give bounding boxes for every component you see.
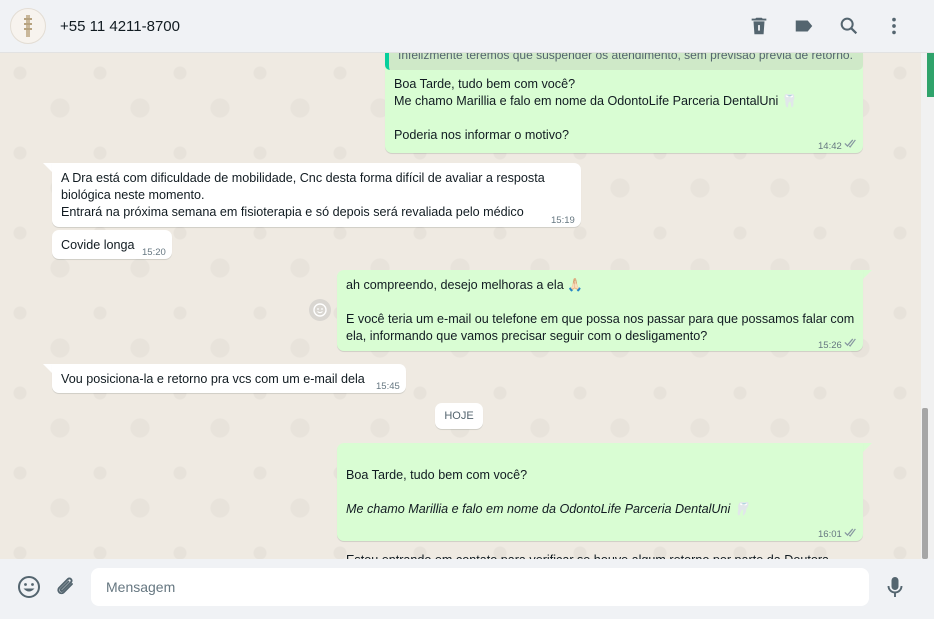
react-emoji-button[interactable] <box>309 299 331 321</box>
message-text: Vou posiciona-la e retorno pra vcs com u… <box>61 372 365 386</box>
contact-name[interactable]: +55 11 4211-8700 <box>60 18 180 35</box>
message-time: 15:20 <box>142 247 166 258</box>
message-bubble-incoming[interactable]: Covide longa 15:20 <box>52 230 172 259</box>
delete-icon[interactable] <box>748 15 770 37</box>
smiley-icon <box>313 303 327 317</box>
message-bubble-incoming[interactable]: Vou posiciona-la e retorno pra vcs com u… <box>52 364 406 393</box>
scroll-indicator <box>927 53 934 97</box>
chat-header: +55 11 4211-8700 <box>0 0 934 53</box>
quoted-text: Infelizmente teremos que suspender os at… <box>398 53 853 62</box>
message-line-italic: Me chamo Marillia e falo em nome da Odon… <box>346 502 750 516</box>
message-text: A Dra está com dificuldade de mobilidade… <box>61 171 545 219</box>
message-time: 15:45 <box>376 381 400 392</box>
read-ticks-icon <box>844 338 856 347</box>
contact-avatar[interactable] <box>10 8 46 44</box>
bubble-tail <box>43 163 52 172</box>
scrollbar-thumb[interactable] <box>922 408 928 559</box>
message-bubble-outgoing[interactable]: ah compreendo, desejo melhoras a ela 🙏🏻 … <box>337 270 863 351</box>
bubble-tail <box>863 443 872 452</box>
quoted-message[interactable]: Infelizmente teremos que suspender os at… <box>385 53 863 70</box>
bubble-tail <box>43 364 52 373</box>
message-bubble-incoming[interactable]: A Dra está com dificuldade de mobilidade… <box>52 163 581 227</box>
bubble-tail <box>863 270 872 279</box>
message-text: ah compreendo, desejo melhoras a ela 🙏🏻 … <box>346 278 855 343</box>
message-time: 16:01 <box>818 529 842 540</box>
read-ticks-icon <box>844 528 856 537</box>
date-separator: HOJE <box>435 403 483 429</box>
message-text: Boa Tarde, tudo bem com você? Me chamo M… <box>394 77 798 142</box>
read-ticks-icon <box>844 139 856 148</box>
attach-icon[interactable] <box>53 574 79 600</box>
menu-icon[interactable] <box>883 15 905 37</box>
message-time: 15:19 <box>551 215 575 226</box>
message-text: Covide longa <box>61 238 135 252</box>
message-line: Boa Tarde, tudo bem com você? <box>346 468 528 482</box>
search-icon[interactable] <box>838 15 860 37</box>
message-input[interactable] <box>91 568 869 606</box>
emoji-icon[interactable] <box>16 574 42 600</box>
message-time: 14:42 <box>818 141 842 152</box>
message-bubble-outgoing[interactable]: Boa Tarde, tudo bem com você? Me chamo M… <box>337 443 863 584</box>
message-time: 15:26 <box>818 340 842 351</box>
mic-icon[interactable] <box>882 574 908 600</box>
label-icon[interactable] <box>793 15 815 37</box>
